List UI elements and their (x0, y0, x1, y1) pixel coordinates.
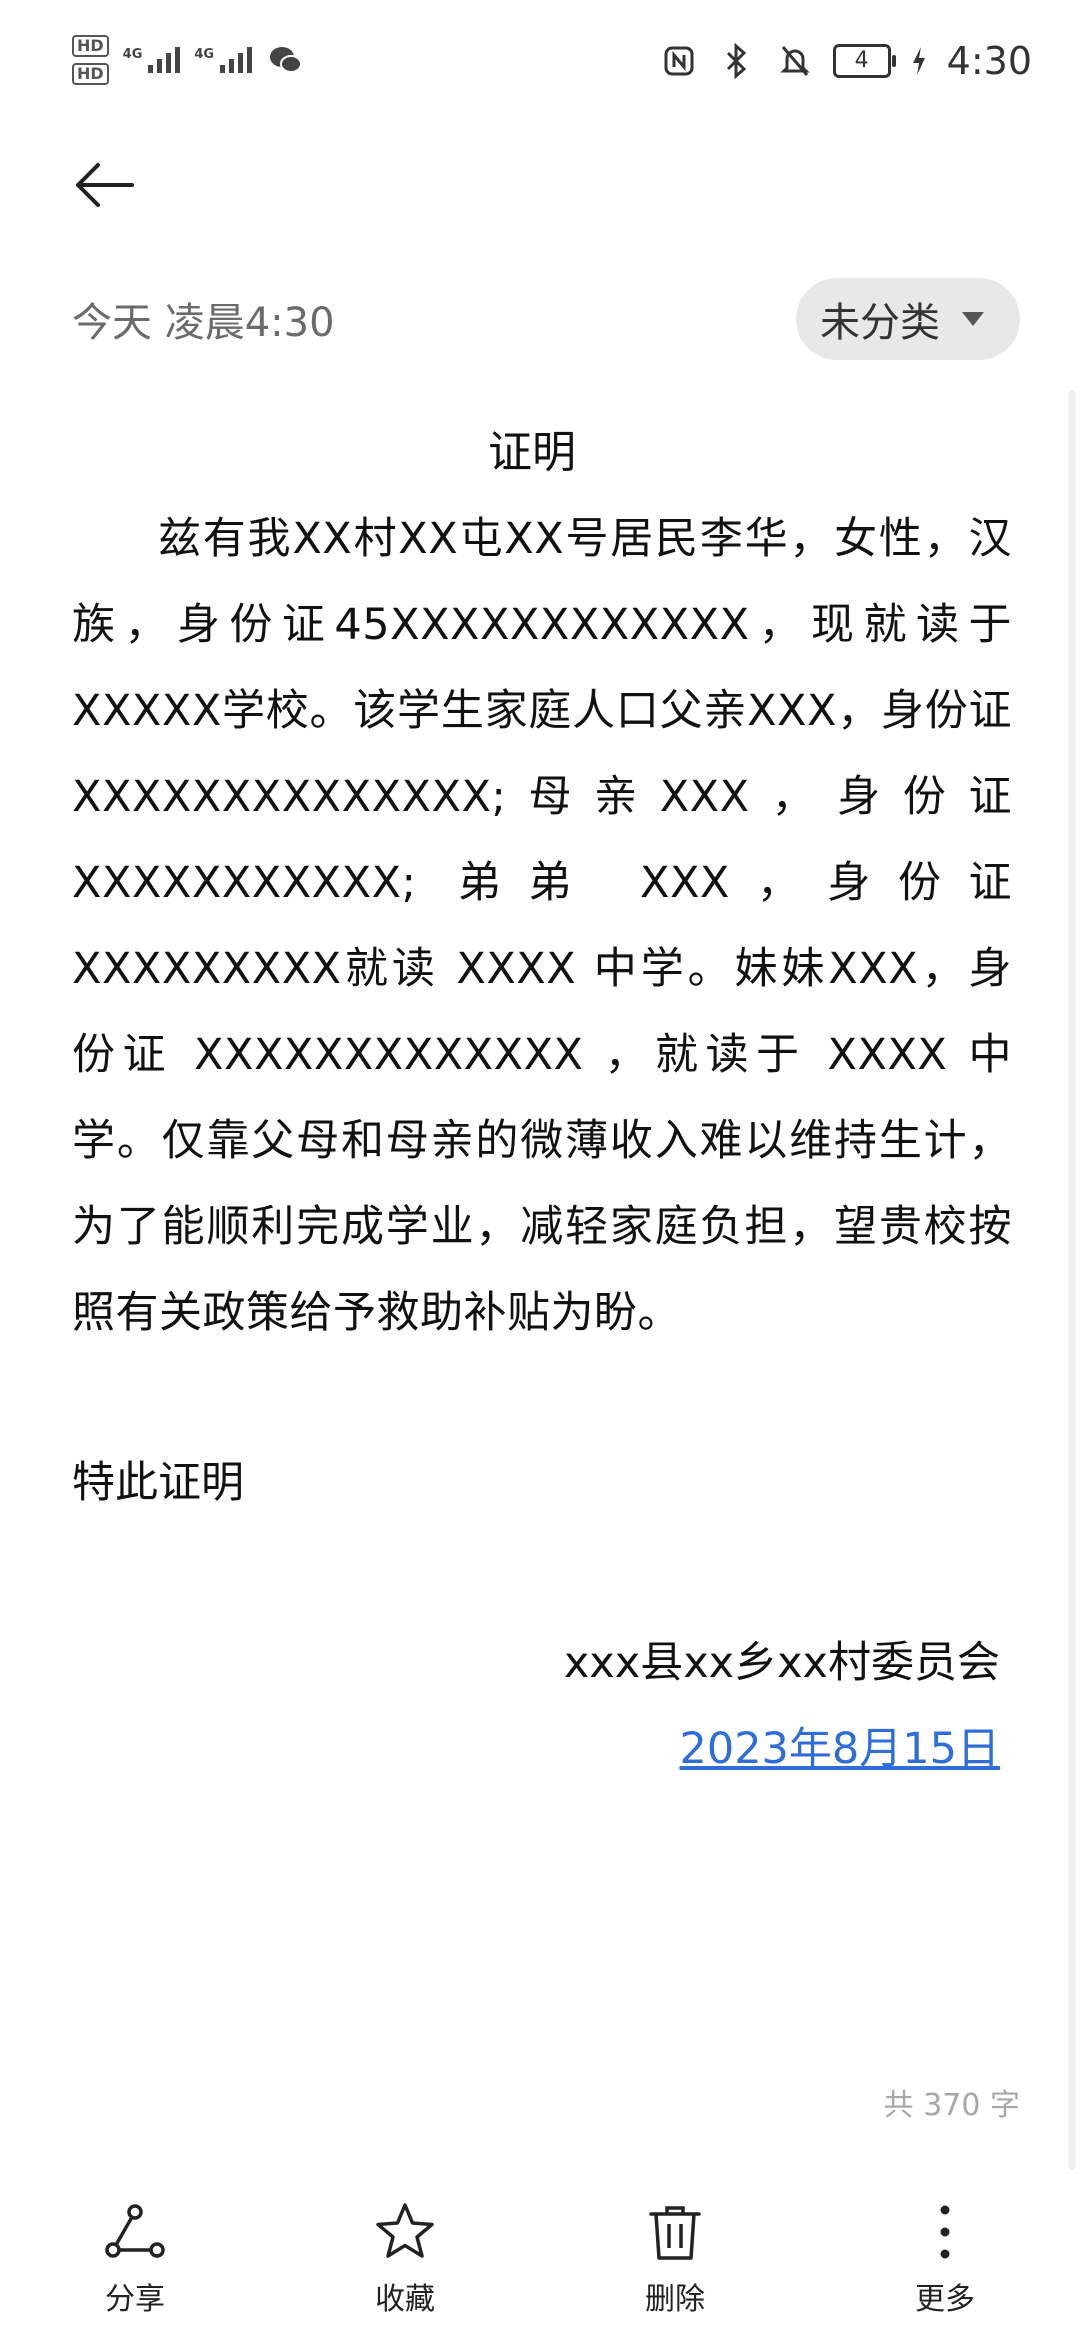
document-title: 证明 (488, 427, 576, 478)
signal-1-icon: 4G (123, 47, 181, 73)
battery-icon: 4 (832, 44, 896, 78)
network-1-label: 4G (122, 47, 143, 62)
back-button[interactable] (72, 150, 142, 220)
favorite-label: 收藏 (375, 2282, 435, 2317)
document-date-link[interactable]: 2023年8月15日 (679, 1706, 1000, 1792)
delete-label: 删除 (645, 2282, 705, 2317)
mute-bell-icon (775, 41, 815, 81)
bottom-toolbar: 分享 收藏 删除 更多 (0, 2180, 1080, 2340)
share-icon (105, 2204, 165, 2258)
trash-icon (649, 2206, 701, 2260)
status-time: 4:30 (946, 39, 1032, 83)
status-bar-right: 4 4:30 (659, 36, 1032, 86)
word-count: 共 370 字 (883, 2088, 1020, 2123)
signal-2-icon: 4G (194, 47, 253, 73)
sim2-hd-label: HD (72, 63, 109, 85)
document-organization: xxx县xx乡xx村委员会 (563, 1638, 1000, 1688)
battery-level: 4 (854, 48, 869, 73)
charging-icon (909, 41, 929, 81)
back-arrow-icon (76, 163, 134, 207)
nfc-icon (659, 41, 699, 81)
delete-button[interactable]: 删除 (540, 2180, 810, 2340)
note-content[interactable]: 证明 兹有我XX村XX屯XX号居民李华，女性，汉族，身份证45XXXXXXXXX… (72, 410, 1012, 1356)
status-bar: HD HD 4G 4G 4 4:30 (0, 0, 1080, 120)
dropdown-triangle-icon (962, 312, 984, 326)
more-button[interactable]: 更多 (810, 2180, 1080, 2340)
document-body: 兹有我XX村XX屯XX号居民李华，女性，汉族，身份证45XXXXXXXXXXXX… (72, 514, 1012, 1338)
status-bar-left: HD HD 4G 4G (72, 30, 306, 90)
network-2-label: 4G (194, 47, 215, 62)
category-dropdown[interactable]: 未分类 (796, 278, 1020, 360)
more-vertical-icon (940, 2205, 950, 2259)
scrollbar[interactable] (1068, 390, 1076, 2170)
document-closing: 特此证明 (72, 1458, 244, 1508)
favorite-button[interactable]: 收藏 (270, 2180, 540, 2340)
sim-indicators: HD HD (72, 35, 109, 85)
share-label: 分享 (105, 2282, 165, 2317)
bluetooth-icon (717, 41, 757, 81)
note-timestamp: 今天 凌晨4:30 (72, 300, 335, 346)
star-icon (376, 2203, 434, 2258)
sim1-hd-label: HD (72, 35, 109, 57)
more-label: 更多 (915, 2282, 975, 2317)
wechat-icon (266, 40, 306, 80)
share-button[interactable]: 分享 (0, 2180, 270, 2340)
category-label: 未分类 (820, 300, 940, 346)
